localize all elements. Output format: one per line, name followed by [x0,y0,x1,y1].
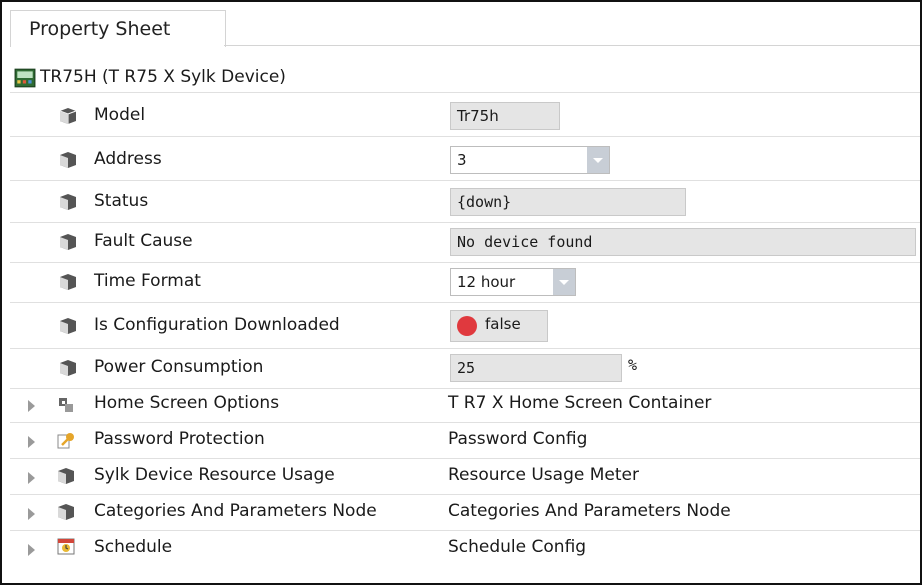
time-format-select[interactable]: 12 hour [450,268,576,296]
tree-row-home-screen-options[interactable]: Home Screen Options T R7 X Home Screen C… [10,386,920,423]
property-row-config-downloaded: Is Configuration Downloaded false [10,304,920,349]
expand-arrow-icon[interactable] [28,436,35,448]
tree-row-categories-parameters[interactable]: Categories And Parameters Node Categorie… [10,494,920,531]
property-row-address: Address 3 [10,140,920,181]
device-label: TR75H (T R75 X Sylk Device) [40,67,286,87]
node-value: Schedule Config [448,537,587,557]
expand-arrow-icon[interactable] [28,472,35,484]
tree-row-password-protection[interactable]: Password Protection Password Config [10,422,920,459]
status-dot-icon [457,316,477,336]
property-label: Model [94,105,146,125]
fault-cause-field: No device found [450,228,916,256]
property-row-time-format: Time Format 12 hour [10,262,920,303]
power-consumption-field: 25 [450,354,622,382]
property-row-model: Model Tr75h [10,96,920,137]
property-label: Address [94,149,162,169]
property-sheet-window: Property Sheet TR75H (T R75 X Sylk Devic… [0,0,922,585]
expand-arrow-icon[interactable] [28,544,35,556]
node-value: Categories And Parameters Node [448,501,731,521]
tab-bar: Property Sheet [2,2,920,47]
node-value: Password Config [448,429,588,449]
property-row-status: Status {down} [10,182,920,223]
status-field: {down} [450,188,686,216]
tree-row-resource-usage[interactable]: Sylk Device Resource Usage Resource Usag… [10,458,920,495]
home-screen-icon [59,398,73,412]
model-field: Tr75h [450,102,560,130]
tab-property-sheet[interactable]: Property Sheet [10,10,226,47]
unit-label: % [628,356,638,374]
property-label: Power Consumption [94,357,264,377]
cube-icon [60,318,76,334]
property-label: Fault Cause [94,231,193,251]
cube-icon [60,360,76,376]
tab-label: Property Sheet [29,18,171,40]
node-label: Schedule [94,537,173,557]
address-value: 3 [457,151,467,169]
property-label: Time Format [94,271,201,291]
time-format-value: 12 hour [457,273,516,291]
cube-icon [60,234,76,250]
node-value: T R7 X Home Screen Container [448,393,712,413]
property-row-fault-cause: Fault Cause No device found [10,222,920,263]
schedule-icon [57,538,75,555]
expand-arrow-icon[interactable] [28,508,35,520]
key-icon [57,433,74,449]
chevron-down-icon[interactable] [553,269,575,295]
tab-divider [224,45,920,46]
node-label: Sylk Device Resource Usage [94,465,335,485]
node-label: Password Protection [94,429,265,449]
node-label: Home Screen Options [94,393,280,413]
property-label: Is Configuration Downloaded [94,315,340,335]
cube-icon [58,468,74,484]
node-value: Resource Usage Meter [448,465,639,485]
device-root-row[interactable]: TR75H (T R75 X Sylk Device) [10,66,920,93]
property-label: Status [94,191,149,211]
node-label: Categories And Parameters Node [94,501,377,521]
address-select[interactable]: 3 [450,146,610,174]
expand-arrow-icon[interactable] [28,400,35,412]
property-row-power-consumption: Power Consumption 25 % [10,348,920,389]
cube-icon [58,504,74,520]
cube-icon [60,274,76,290]
config-downloaded-value: false [485,315,521,333]
config-downloaded-toggle[interactable]: false [450,310,548,342]
tree-row-schedule[interactable]: Schedule Schedule Config [10,530,920,566]
cube-icon [60,152,76,168]
cube-icon [60,194,76,210]
cube-icon [59,108,77,124]
chevron-down-icon[interactable] [587,147,609,173]
device-icon [14,68,36,88]
